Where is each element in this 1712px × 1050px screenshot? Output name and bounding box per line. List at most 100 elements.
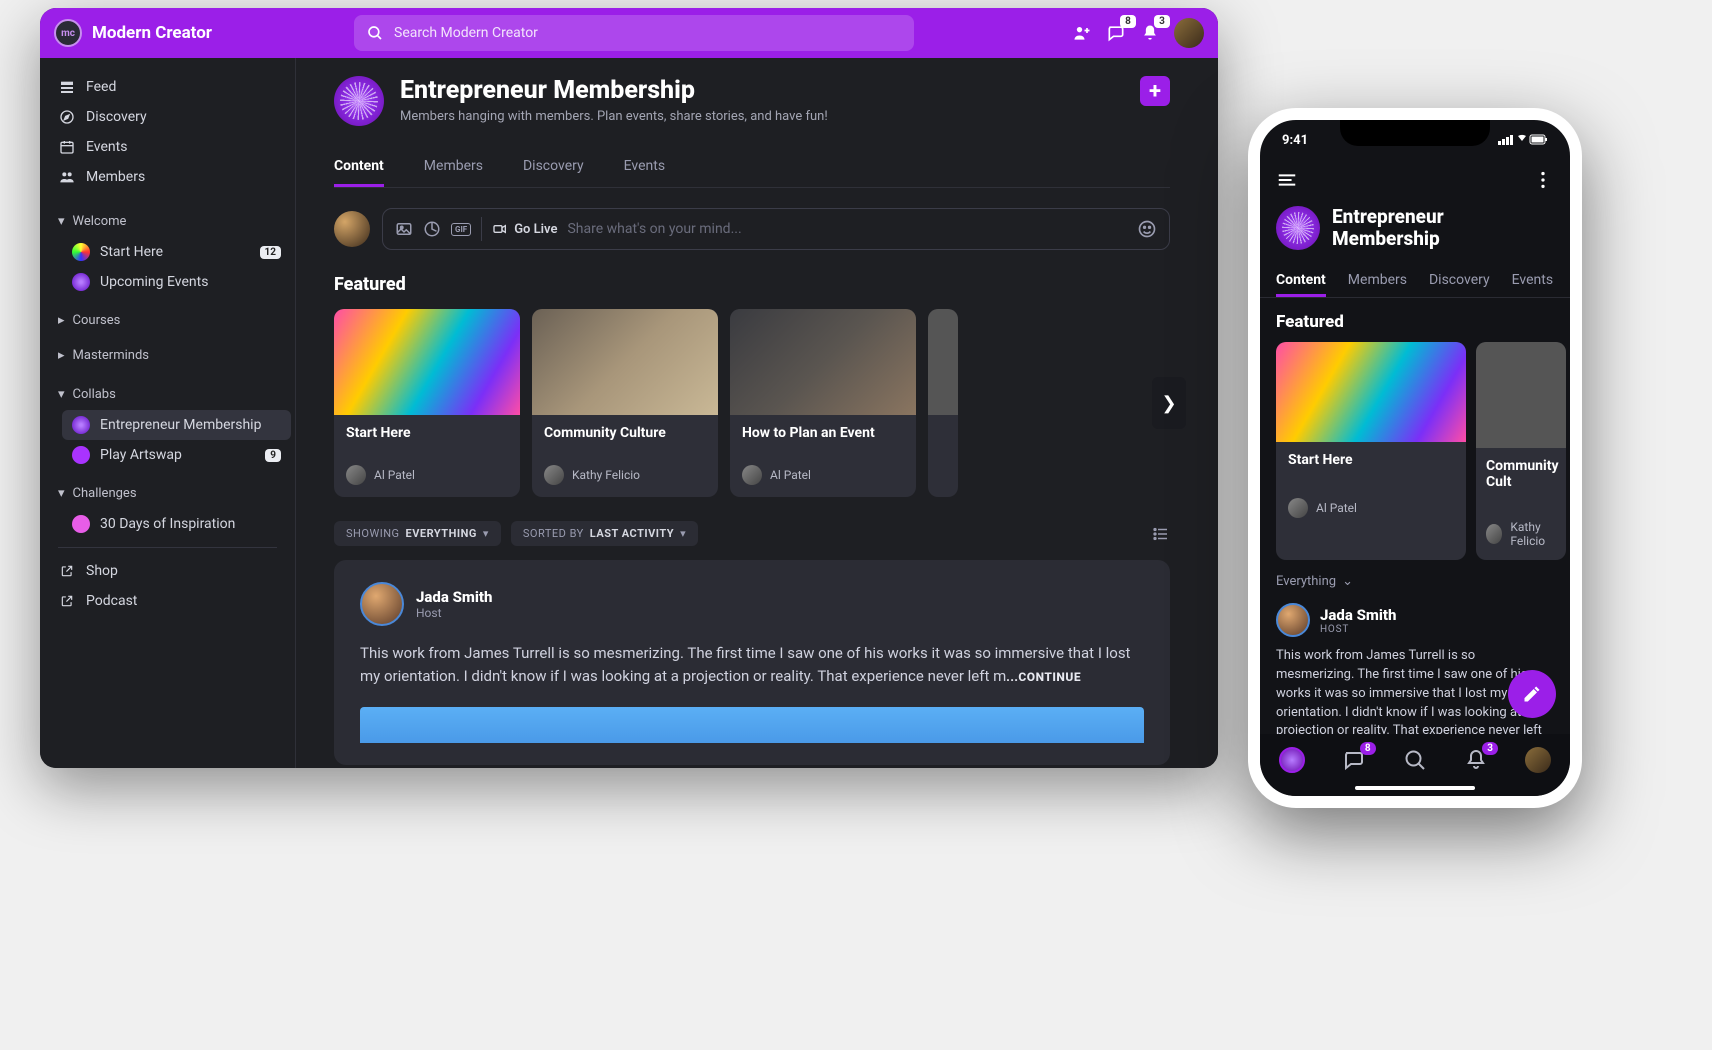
nav-home[interactable]: [1279, 747, 1305, 773]
nav-bell[interactable]: 3: [1464, 748, 1488, 772]
composer-input[interactable]: [567, 221, 1127, 237]
search-icon: [366, 24, 384, 42]
sidebar-group-masterminds[interactable]: ▸ Masterminds: [44, 340, 291, 371]
filter-label: SHOWING: [346, 527, 400, 540]
tab-discovery[interactable]: Discovery: [523, 148, 584, 187]
tab-content[interactable]: Content: [334, 148, 384, 187]
card-title: Community Culture: [544, 425, 706, 441]
featured-card[interactable]: How to Plan an Event Al Patel: [730, 309, 916, 497]
featured-card[interactable]: Start Here Al Patel: [334, 309, 520, 497]
menu-icon[interactable]: [1276, 169, 1298, 191]
nav-chat[interactable]: 8: [1342, 748, 1366, 772]
group-label: Welcome: [73, 214, 127, 229]
bell-icon[interactable]: 3: [1140, 23, 1160, 43]
more-icon[interactable]: [1532, 169, 1554, 191]
list-view-toggle[interactable]: [1152, 525, 1170, 543]
tab-members[interactable]: Members: [424, 148, 483, 187]
invite-icon[interactable]: [1072, 23, 1092, 43]
tab-discovery[interactable]: Discovery: [1429, 266, 1490, 297]
sidebar-item-feed[interactable]: Feed: [44, 72, 291, 102]
calendar-icon: [58, 139, 76, 155]
space-header: Entrepreneur Membership Members hanging …: [334, 76, 1170, 126]
search-bar[interactable]: [354, 15, 914, 51]
sidebar-item-shop[interactable]: Shop: [44, 556, 291, 586]
sidebar-item-start-here[interactable]: Start Here 12: [62, 237, 291, 267]
tab-members[interactable]: Members: [1348, 266, 1407, 297]
featured-cards: Start Here Al Patel Community Culture Ka…: [334, 309, 1170, 497]
sidebar-item-entrepreneur-membership[interactable]: Entrepreneur Membership: [62, 410, 291, 440]
scroll-right-button[interactable]: ❯: [1152, 377, 1186, 429]
phone-bottom-nav: 8 3: [1260, 734, 1570, 796]
post[interactable]: Jada Smith Host This work from James Tur…: [334, 560, 1170, 765]
filter-label: SORTED BY: [523, 527, 584, 540]
space-title: Entrepreneur Membership: [400, 76, 828, 105]
sidebar-item-podcast[interactable]: Podcast: [44, 586, 291, 616]
card-title: Start Here: [1288, 452, 1454, 468]
compass-icon: [58, 109, 76, 125]
author-avatar: [1288, 498, 1308, 518]
space-tabs: Content Members Discovery Events: [334, 148, 1170, 188]
sidebar-item-discovery[interactable]: Discovery: [44, 102, 291, 132]
add-button[interactable]: +: [1140, 76, 1170, 106]
sidebar-label: Events: [86, 139, 127, 155]
sidebar-label: Play Artswap: [100, 447, 182, 463]
sidebar-group-challenges[interactable]: ▾ Challenges: [44, 478, 291, 509]
user-avatar[interactable]: [1174, 18, 1204, 48]
composer-row: GIF Go Live: [334, 208, 1170, 250]
phone-featured-cards: Start Here Al Patel Community Cult Kathy…: [1260, 332, 1570, 560]
divider: [58, 547, 277, 548]
go-live-button[interactable]: Go Live: [492, 221, 557, 237]
author-avatar: [742, 465, 762, 485]
filter-showing[interactable]: SHOWING EVERYTHING ▾: [334, 521, 501, 546]
brand-logo: mc: [54, 19, 82, 47]
post-author: Jada Smith: [416, 588, 492, 606]
group-label: Courses: [73, 313, 121, 328]
sidebar-group-collabs[interactable]: ▾ Collabs: [44, 379, 291, 410]
chevron-down-icon: ▾: [58, 214, 65, 229]
phone-notch: [1340, 120, 1490, 146]
swatch-icon: [72, 273, 90, 291]
compose-fab[interactable]: [1508, 670, 1556, 718]
tab-content[interactable]: Content: [1276, 266, 1326, 297]
search-input[interactable]: [394, 25, 902, 41]
sidebar-item-play-artswap[interactable]: Play Artswap 9: [62, 440, 291, 470]
sidebar-item-events[interactable]: Events: [44, 132, 291, 162]
chevron-down-icon: ▾: [680, 527, 686, 540]
filter-sort[interactable]: SORTED BY LAST ACTIVITY ▾: [511, 521, 698, 546]
poll-icon[interactable]: [423, 220, 441, 238]
tab-events[interactable]: Events: [1512, 266, 1553, 297]
phone-filter[interactable]: Everything ⌄: [1260, 560, 1570, 603]
nav-search[interactable]: [1403, 748, 1427, 772]
emoji-icon[interactable]: [1137, 219, 1157, 239]
featured-card[interactable]: Start Here Al Patel: [1276, 342, 1466, 560]
phone-tabs: Content Members Discovery Events: [1260, 256, 1570, 298]
post-avatar: [360, 582, 404, 626]
sidebar-item-upcoming-events[interactable]: Upcoming Events: [62, 267, 291, 297]
featured-card-peek[interactable]: Community Cult Kathy Felicio: [1476, 342, 1566, 560]
gif-icon[interactable]: GIF: [451, 223, 471, 236]
sidebar-item-30-days[interactable]: 30 Days of Inspiration: [62, 509, 291, 539]
sidebar-group-welcome[interactable]: ▾ Welcome: [44, 206, 291, 237]
brand[interactable]: mc Modern Creator: [54, 19, 212, 47]
nav-profile[interactable]: [1525, 747, 1551, 773]
group-label: Challenges: [73, 486, 137, 501]
tab-events[interactable]: Events: [624, 148, 665, 187]
composer[interactable]: GIF Go Live: [382, 208, 1170, 250]
phone-status-icons: [1498, 134, 1548, 146]
sidebar-group-courses[interactable]: ▸ Courses: [44, 305, 291, 336]
sidebar-item-members[interactable]: Members: [44, 162, 291, 192]
featured-card-peek[interactable]: [928, 309, 958, 497]
featured-card[interactable]: Community Culture Kathy Felicio: [532, 309, 718, 497]
phone-topbar: [1260, 160, 1570, 200]
card-title: Community Cult: [1486, 458, 1566, 490]
image-icon[interactable]: [395, 220, 413, 238]
card-title: Start Here: [346, 425, 508, 441]
card-title: How to Plan an Event: [742, 425, 904, 441]
group-label: Masterminds: [73, 348, 149, 363]
phone-space-header: Entrepreneur Membership: [1260, 200, 1570, 256]
composer-avatar: [334, 211, 370, 247]
chat-icon[interactable]: 8: [1106, 23, 1126, 43]
author-avatar: [1486, 524, 1502, 544]
continue-link[interactable]: ...CONTINUE: [1006, 670, 1081, 684]
chevron-right-icon: ▸: [58, 313, 65, 328]
